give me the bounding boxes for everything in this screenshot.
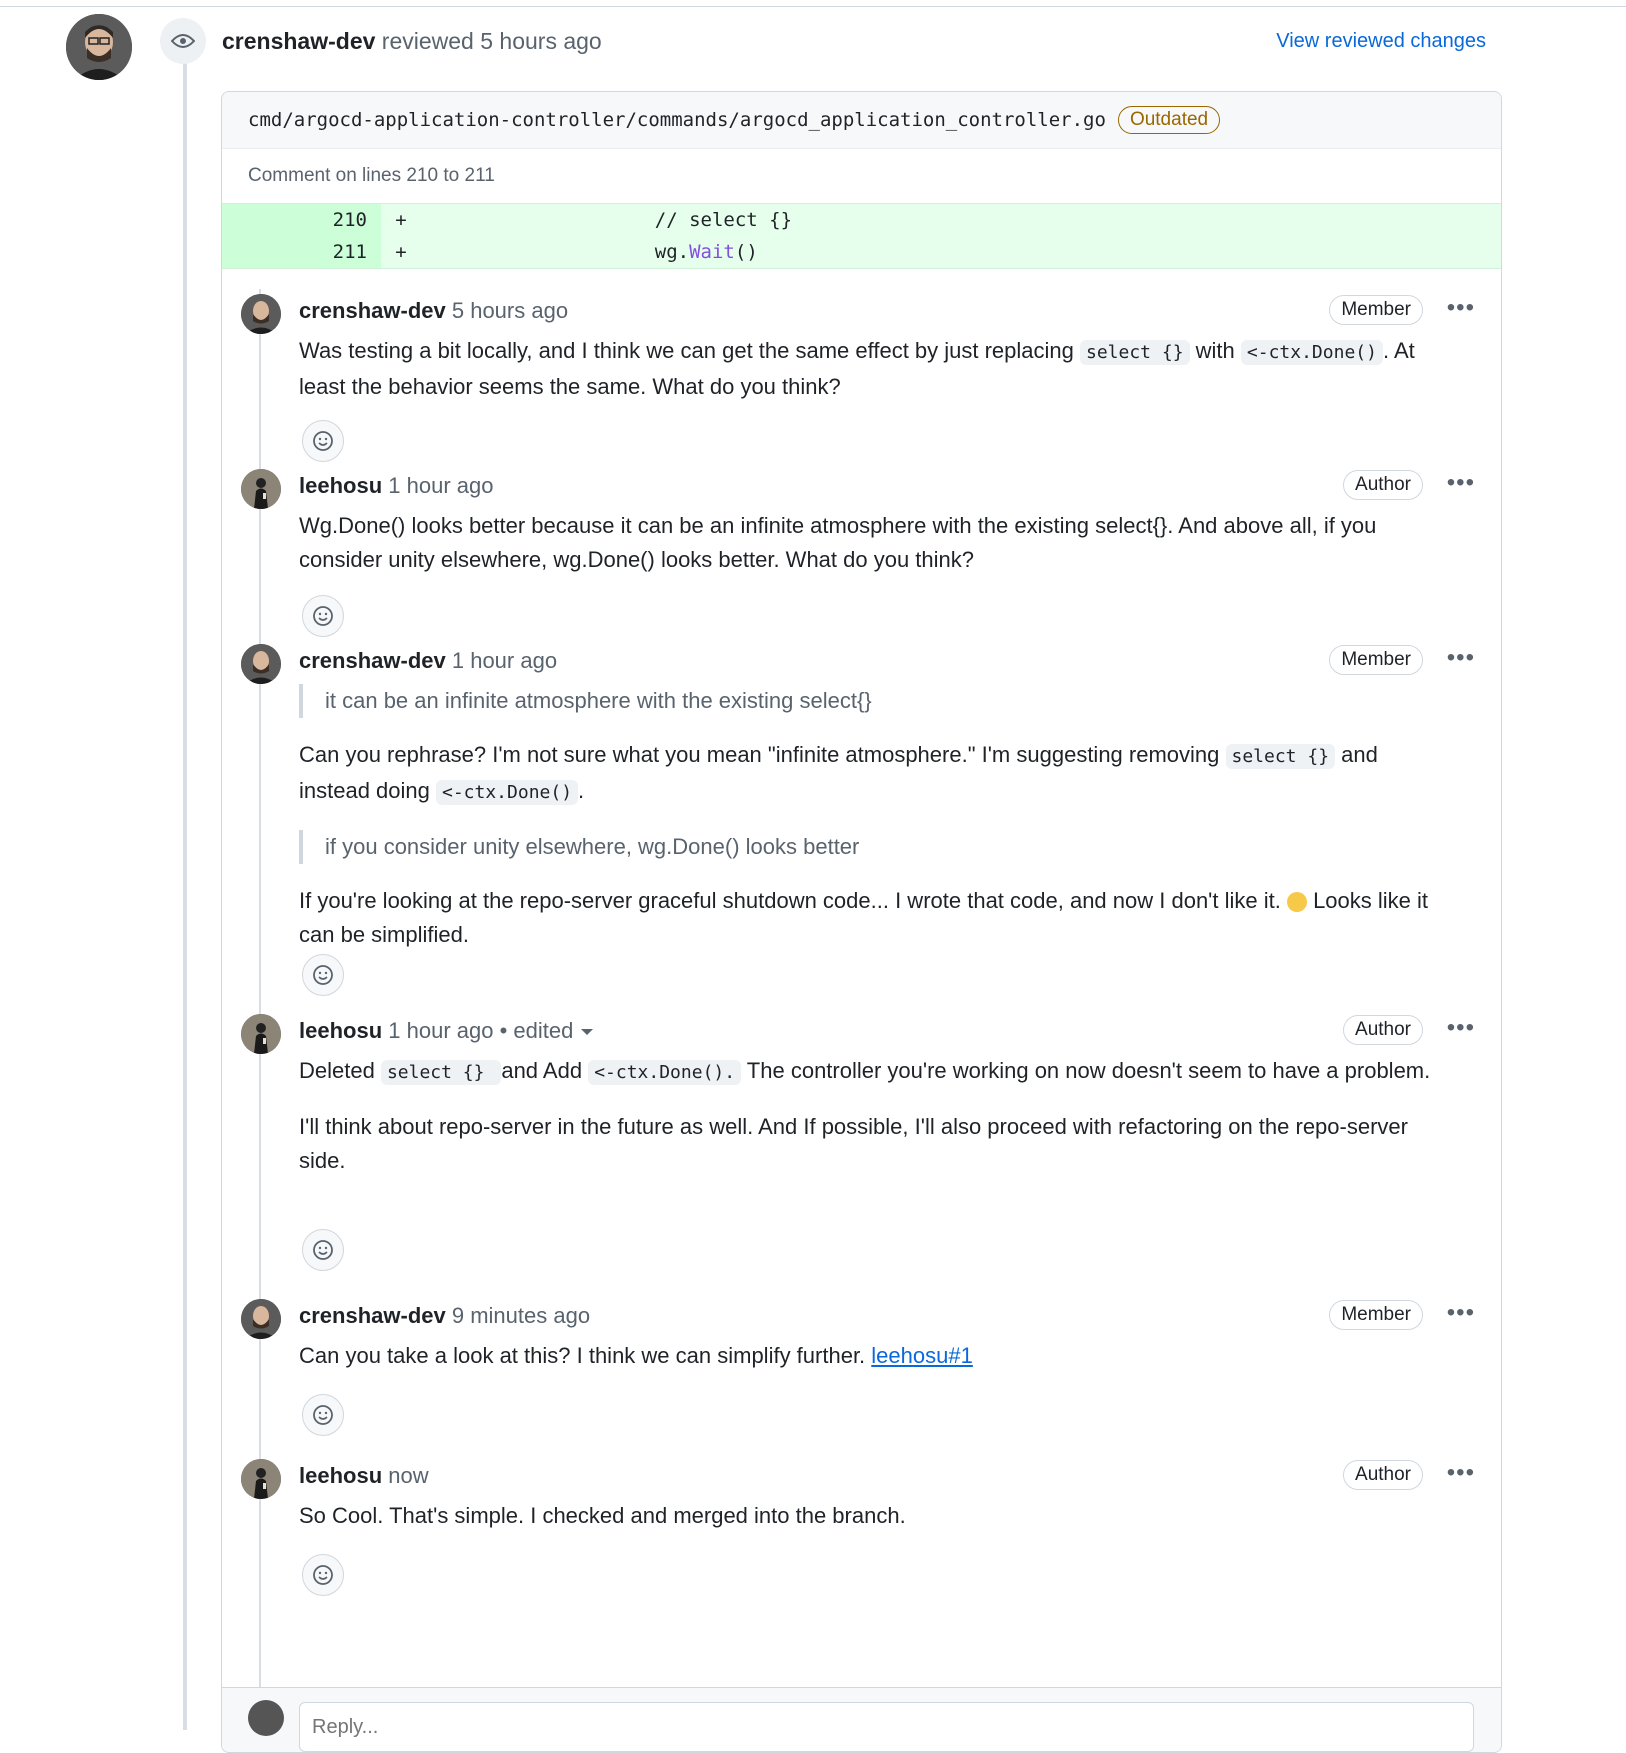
avatar — [248, 1700, 284, 1736]
comment-author[interactable]: leehosu — [299, 473, 382, 498]
review-action: reviewed — [381, 28, 474, 54]
role-badge: Member — [1329, 645, 1423, 675]
comment-meta: leehosu now — [299, 1463, 429, 1489]
review-time[interactable]: 5 hours ago — [480, 28, 601, 54]
pull-request-link[interactable]: leehosu#1 — [871, 1343, 973, 1368]
role-badge: Author — [1343, 470, 1423, 500]
reviewer-name[interactable]: crenshaw-dev — [222, 28, 375, 54]
comment-body: Deleted select {} and Add <-ctx.Done(). … — [299, 1058, 1431, 1173]
comment-body: it can be an infinite atmosphere with th… — [299, 684, 1449, 972]
comment-author[interactable]: leehosu — [299, 1463, 382, 1488]
quote: if you consider unity elsewhere, wg.Done… — [299, 830, 1449, 864]
avatar[interactable] — [241, 294, 281, 334]
role-badge: Author — [1343, 1460, 1423, 1490]
laughing-emoji-icon — [1286, 892, 1307, 913]
comment-time[interactable]: 1 hour ago — [452, 648, 557, 673]
add-reaction-button[interactable] — [302, 420, 344, 462]
view-reviewed-changes-link[interactable]: View reviewed changes — [1276, 30, 1486, 53]
review-thread-card: cmd/argocd-application-controller/comman… — [221, 91, 1502, 1753]
comment-time[interactable]: 5 hours ago — [452, 298, 568, 323]
comment-body: Was testing a bit locally, and I think w… — [299, 338, 1415, 399]
comment-meta: crenshaw-dev 9 minutes ago — [299, 1303, 590, 1329]
role-badge: Member — [1329, 295, 1423, 325]
comment-time[interactable]: 9 minutes ago — [452, 1303, 590, 1328]
more-options-icon[interactable]: ••• — [1447, 469, 1475, 497]
comment-time[interactable]: 1 hour ago — [388, 1018, 493, 1043]
file-header: cmd/argocd-application-controller/comman… — [222, 92, 1501, 149]
diff-row: 210 + // select {} — [222, 204, 1501, 236]
add-reaction-button[interactable] — [302, 1229, 344, 1271]
quote: it can be an infinite atmosphere with th… — [299, 684, 1449, 718]
add-reaction-button[interactable] — [302, 1554, 344, 1596]
comment-author[interactable]: leehosu — [299, 1018, 382, 1043]
comment-author[interactable]: crenshaw-dev — [299, 298, 446, 323]
more-options-icon[interactable]: ••• — [1447, 644, 1475, 672]
code-line: // select {} — [426, 209, 793, 231]
eye-icon — [160, 18, 206, 64]
reply-input[interactable] — [299, 1702, 1474, 1752]
diff-hunk: 210 + // select {} 211 + wg.Wait() — [222, 203, 1501, 269]
comment-time[interactable]: now — [388, 1463, 428, 1488]
timeline-line — [183, 60, 187, 1730]
top-divider — [0, 6, 1626, 7]
comment-meta: crenshaw-dev 1 hour ago — [299, 648, 557, 674]
avatar[interactable] — [241, 469, 281, 509]
avatar[interactable] — [241, 1459, 281, 1499]
comment-body: Wg.Done() looks better because it can be… — [299, 513, 1377, 572]
line-number[interactable]: 211 — [222, 236, 381, 268]
role-badge: Member — [1329, 1300, 1423, 1330]
more-options-icon[interactable]: ••• — [1447, 294, 1475, 322]
reviewer-avatar[interactable] — [66, 14, 132, 80]
edited-indicator[interactable]: • edited — [500, 1018, 574, 1043]
more-options-icon[interactable]: ••• — [1447, 1014, 1475, 1042]
smiley-icon — [313, 431, 333, 451]
comment-body: So Cool. That's simple. I checked and me… — [299, 1503, 906, 1528]
diff-sign: + — [395, 209, 407, 231]
comment-time[interactable]: 1 hour ago — [388, 473, 493, 498]
add-reaction-button[interactable] — [302, 595, 344, 637]
comment-body: Can you take a look at this? I think we … — [299, 1343, 973, 1368]
outdated-badge: Outdated — [1117, 106, 1221, 134]
comment-author[interactable]: crenshaw-dev — [299, 648, 446, 673]
comment-author[interactable]: crenshaw-dev — [299, 1303, 446, 1328]
diff-sign: + — [395, 241, 407, 263]
more-options-icon[interactable]: ••• — [1447, 1459, 1475, 1487]
comment-meta: leehosu 1 hour ago — [299, 473, 493, 499]
comment-meta: leehosu 1 hour ago • edited — [299, 1018, 594, 1044]
line-number[interactable]: 210 — [222, 204, 381, 236]
reply-bar — [222, 1687, 1501, 1752]
role-badge: Author — [1343, 1015, 1423, 1045]
file-path[interactable]: cmd/argocd-application-controller/comman… — [248, 109, 1106, 131]
add-reaction-button[interactable] — [302, 1394, 344, 1436]
smiley-icon — [313, 965, 333, 985]
more-options-icon[interactable]: ••• — [1447, 1299, 1475, 1327]
avatar[interactable] — [241, 1014, 281, 1054]
code-line: wg.Wait() — [426, 241, 758, 263]
add-reaction-button[interactable] — [302, 954, 344, 996]
chevron-down-icon[interactable] — [581, 1029, 594, 1036]
smiley-icon — [313, 1565, 333, 1585]
smiley-icon — [313, 1240, 333, 1260]
avatar[interactable] — [241, 644, 281, 684]
comment-lines-label: Comment on lines 210 to 211 — [248, 165, 495, 186]
smiley-icon — [313, 606, 333, 626]
review-header: crenshaw-dev reviewed 5 hours ago — [222, 28, 602, 55]
diff-row: 211 + wg.Wait() — [222, 236, 1501, 268]
avatar[interactable] — [241, 1299, 281, 1339]
smiley-icon — [313, 1405, 333, 1425]
comment-meta: crenshaw-dev 5 hours ago — [299, 298, 568, 324]
